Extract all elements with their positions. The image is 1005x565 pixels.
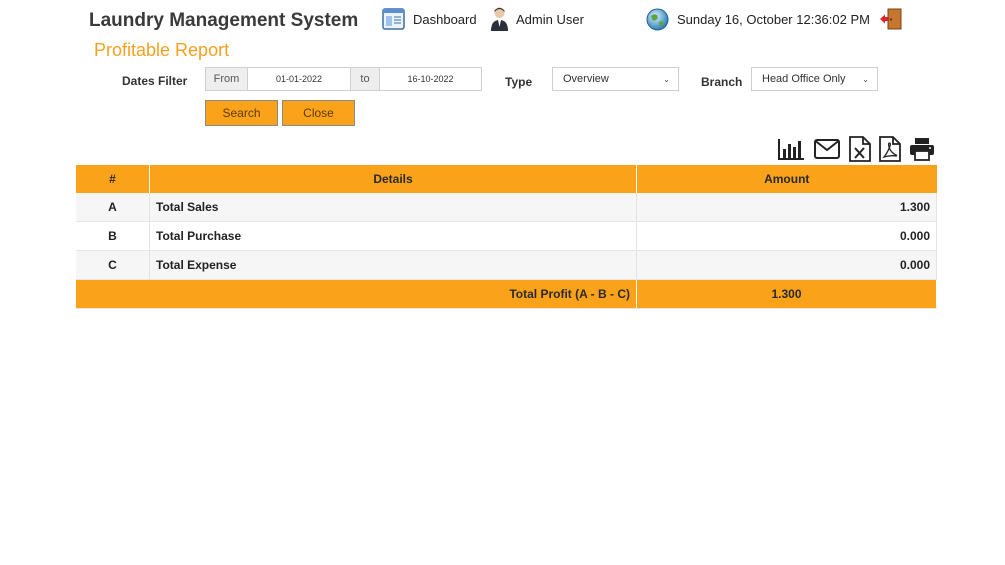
- table-row: C Total Expense 0.000: [76, 250, 937, 280]
- row-num: A: [76, 193, 150, 222]
- user-menu[interactable]: Admin User: [491, 7, 584, 31]
- column-header-amount: Amount: [636, 165, 937, 193]
- to-date-input[interactable]: [380, 68, 481, 90]
- row-details: Total Purchase: [149, 221, 637, 251]
- dashboard-link[interactable]: Dashboard: [382, 7, 477, 31]
- row-details: Total Sales: [149, 193, 637, 222]
- type-select[interactable]: Overview ⌄: [552, 67, 679, 91]
- row-num: B: [76, 221, 150, 251]
- app-title: Laundry Management System: [89, 10, 359, 31]
- print-icon: [910, 138, 934, 161]
- table-row: B Total Purchase 0.000: [76, 221, 937, 251]
- logout-icon: [880, 8, 902, 30]
- email-icon: [814, 139, 840, 159]
- row-amount: 0.000: [636, 250, 937, 280]
- total-amount: 1.300: [636, 279, 937, 309]
- table-header-row: # Details Amount: [76, 165, 937, 193]
- row-amount: 1.300: [636, 193, 937, 222]
- branch-label: Branch: [701, 75, 743, 89]
- column-header-num: #: [76, 165, 150, 193]
- search-button[interactable]: Search: [205, 100, 278, 126]
- date-range-group: From to: [205, 67, 482, 91]
- row-amount: 0.000: [636, 221, 937, 251]
- dashboard-icon: [382, 8, 405, 30]
- dates-filter-label: Dates Filter: [122, 74, 188, 88]
- type-label: Type: [505, 75, 533, 89]
- total-row: Total Profit (A - B - C) 1.300: [76, 279, 937, 309]
- dashboard-label: Dashboard: [413, 11, 477, 27]
- logout-button[interactable]: [879, 7, 903, 31]
- datetime-text: Sunday 16, October 12:36:02 PM: [677, 11, 870, 27]
- report-title: Profitable Report: [94, 40, 230, 60]
- datetime-display: Sunday 16, October 12:36:02 PM: [646, 7, 870, 31]
- chart-icon: [777, 139, 804, 160]
- total-label: Total Profit (A - B - C): [76, 279, 637, 309]
- excel-icon: [849, 136, 871, 162]
- pdf-button[interactable]: [876, 136, 904, 162]
- user-icon: [491, 7, 508, 31]
- chevron-down-icon: ⌄: [663, 74, 670, 84]
- branch-select-value: Head Office Only: [762, 73, 846, 85]
- close-button[interactable]: Close: [282, 100, 355, 126]
- pdf-icon: [879, 136, 901, 162]
- user-label: Admin User: [516, 11, 584, 27]
- excel-button[interactable]: [846, 136, 874, 162]
- from-label: From: [206, 68, 247, 90]
- profit-report-table: # Details Amount A Total Sales 1.300 B T…: [76, 165, 937, 309]
- row-details: Total Expense: [149, 250, 637, 280]
- globe-icon: [646, 8, 669, 30]
- from-date-input[interactable]: [247, 68, 351, 90]
- table-row: A Total Sales 1.300: [76, 193, 937, 222]
- chevron-down-icon: ⌄: [862, 74, 869, 84]
- to-label: to: [351, 68, 380, 90]
- type-select-value: Overview: [563, 73, 609, 85]
- chart-button[interactable]: [777, 136, 805, 162]
- row-num: C: [76, 250, 150, 280]
- print-button[interactable]: [908, 136, 936, 162]
- email-button[interactable]: [813, 136, 841, 162]
- branch-select[interactable]: Head Office Only ⌄: [751, 67, 878, 91]
- column-header-details: Details: [149, 165, 637, 193]
